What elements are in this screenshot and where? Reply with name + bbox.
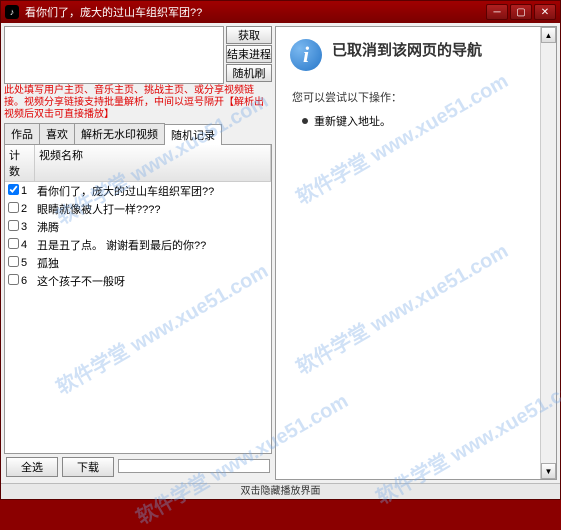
browser-pane: i 已取消到该网页的导航 您可以尝试以下操作： 重新键入地址。 ▲ ▼: [275, 26, 557, 480]
scroll-up-icon[interactable]: ▲: [541, 27, 556, 43]
row-video-name: 这个孩子不一般呀: [35, 273, 271, 289]
fetch-button[interactable]: 获取: [226, 26, 272, 44]
row-number: 6: [21, 275, 35, 287]
row-video-name: 看你们了，庞大的过山车组织军团??: [35, 183, 271, 199]
row-checkbox[interactable]: [8, 220, 19, 231]
col-count: 计数: [5, 145, 35, 181]
scroll-down-icon[interactable]: ▼: [541, 463, 556, 479]
window-title: 看你们了，庞大的过山车组织军团??: [25, 4, 486, 20]
app-icon: ♪: [5, 5, 19, 19]
tab-works[interactable]: 作品: [4, 123, 40, 144]
table-row[interactable]: 5孤独: [5, 254, 271, 272]
row-video-name: 孤独: [35, 255, 271, 271]
table-row[interactable]: 4丑是丑了点。 谢谢看到最后的你??: [5, 236, 271, 254]
row-checkbox[interactable]: [8, 274, 19, 285]
retype-address-text: 重新键入地址。: [314, 113, 391, 129]
row-video-name: 丑是丑了点。 谢谢看到最后的你??: [35, 237, 271, 253]
col-name: 视频名称: [35, 145, 271, 181]
download-button[interactable]: 下载: [62, 457, 114, 477]
status-bar[interactable]: 双击隐藏播放界面: [1, 483, 560, 499]
table-row[interactable]: 3沸腾: [5, 218, 271, 236]
row-checkbox[interactable]: [8, 256, 19, 267]
row-checkbox[interactable]: [8, 238, 19, 249]
titlebar: ♪ 看你们了，庞大的过山车组织军团?? ─ ▢ ✕: [1, 1, 560, 23]
row-number: 2: [21, 203, 35, 215]
tab-likes[interactable]: 喜欢: [39, 123, 75, 144]
bullet-icon: [302, 118, 308, 124]
tab-random-log[interactable]: 随机记录: [164, 124, 222, 145]
row-number: 3: [21, 221, 35, 233]
row-checkbox[interactable]: [8, 184, 19, 195]
tab-parse[interactable]: 解析无水印视频: [74, 123, 165, 144]
video-table: 计数 视频名称 1看你们了，庞大的过山车组织军团??2眼睛就像被人打一样????…: [4, 145, 272, 454]
info-icon: i: [290, 39, 322, 71]
table-row[interactable]: 1看你们了，庞大的过山车组织军团??: [5, 182, 271, 200]
table-row[interactable]: 2眼睛就像被人打一样????: [5, 200, 271, 218]
row-checkbox[interactable]: [8, 202, 19, 213]
url-input[interactable]: [4, 26, 224, 84]
close-button[interactable]: ✕: [534, 4, 556, 20]
minimize-button[interactable]: ─: [486, 4, 508, 20]
progress-bar: [118, 459, 270, 473]
row-number: 5: [21, 257, 35, 269]
right-scrollbar[interactable]: ▲ ▼: [540, 27, 556, 479]
row-number: 4: [21, 239, 35, 251]
maximize-button[interactable]: ▢: [510, 4, 532, 20]
random-refresh-button[interactable]: 随机刷: [226, 64, 272, 82]
end-process-button[interactable]: 结束进程: [226, 45, 272, 63]
instruction-note: 此处填写用户主页、音乐主页、挑战主页、或分享视频链接。视频分享链接支持批量解析，…: [4, 84, 272, 122]
select-all-button[interactable]: 全选: [6, 457, 58, 477]
try-following-label: 您可以尝试以下操作：: [292, 89, 542, 105]
row-number: 1: [21, 185, 35, 197]
row-video-name: 眼睛就像被人打一样????: [35, 201, 271, 217]
table-row[interactable]: 6这个孩子不一般呀: [5, 272, 271, 290]
row-video-name: 沸腾: [35, 219, 271, 235]
nav-cancelled-heading: 已取消到该网页的导航: [332, 39, 482, 60]
tab-bar: 作品 喜欢 解析无水印视频 随机记录: [4, 123, 272, 145]
